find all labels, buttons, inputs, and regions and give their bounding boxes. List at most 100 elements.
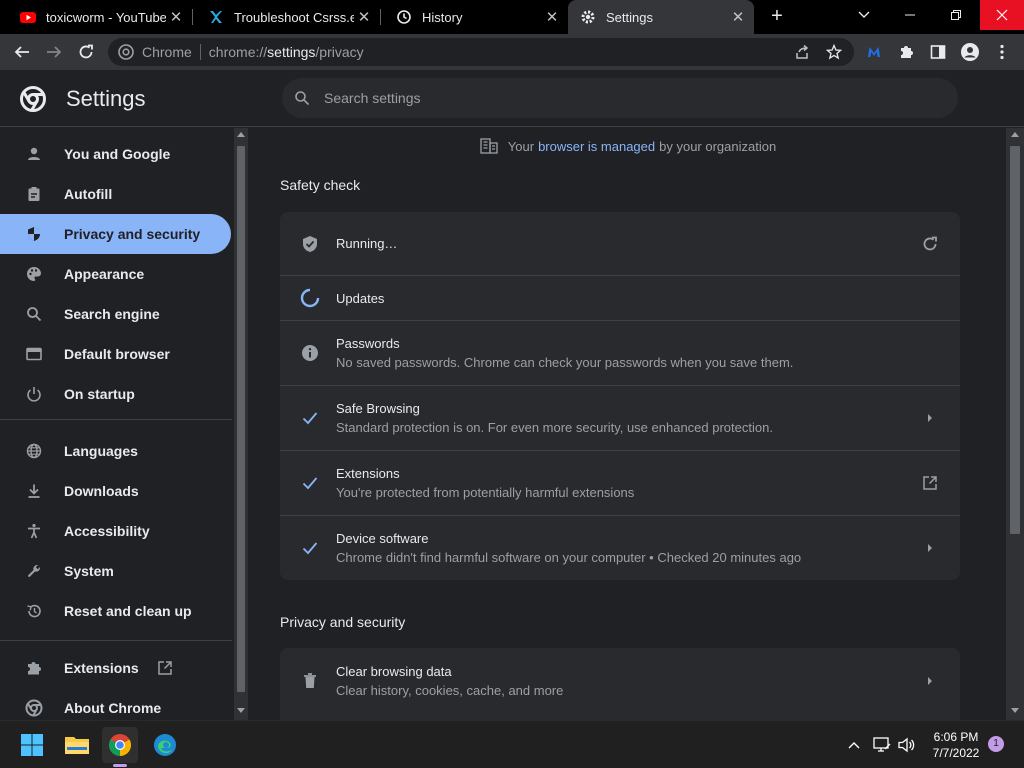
tab-youtube[interactable]: toxicworm - YouTube ✕ xyxy=(8,0,192,34)
privacy-row-clear-browsing-data[interactable]: Clear browsing data Clear history, cookie… xyxy=(280,648,960,713)
side-panel-button[interactable] xyxy=(926,40,950,64)
bookmark-star-button[interactable] xyxy=(822,40,846,64)
close-tab-icon[interactable]: ✕ xyxy=(166,8,186,26)
file-explorer-button[interactable] xyxy=(59,727,95,763)
open-external-icon[interactable] xyxy=(920,473,940,493)
scroll-down-arrow-icon[interactable] xyxy=(237,708,245,714)
tab-settings[interactable]: Settings ✕ xyxy=(568,0,754,34)
sidebar-item-appearance[interactable]: Appearance xyxy=(0,254,231,294)
browser-managed-link[interactable]: browser is managed xyxy=(538,139,655,154)
clock[interactable]: 6:06 PM 7/7/2022 xyxy=(924,729,988,761)
reload-button[interactable] xyxy=(74,40,98,64)
puzzle-icon xyxy=(901,46,913,58)
sidebar-item-label: You and Google xyxy=(64,146,171,162)
wrench-icon xyxy=(24,561,44,581)
sidebar-item-label: Reset and clean up xyxy=(64,603,192,619)
start-button[interactable] xyxy=(14,727,50,763)
close-tab-icon[interactable]: ✕ xyxy=(542,8,562,26)
reset-icon xyxy=(24,601,44,621)
tab-troubleshoot[interactable]: Troubleshoot Csrss.exe ✕ xyxy=(196,0,380,34)
sidebar-item-about-chrome[interactable]: About Chrome xyxy=(0,688,231,720)
chevron-right-icon[interactable] xyxy=(920,538,940,558)
tab-strip: toxicworm - YouTube ✕ Troubleshoot Csrss… xyxy=(0,0,1024,34)
menu-button[interactable] xyxy=(990,40,1014,64)
profile-button[interactable] xyxy=(958,40,982,64)
close-tab-icon[interactable]: ✕ xyxy=(728,8,748,26)
sidebar-item-privacy-and-security[interactable]: Privacy and security xyxy=(0,214,231,254)
restore-icon xyxy=(951,10,961,20)
search-icon xyxy=(294,90,310,106)
safety-check-row-extensions[interactable]: Extensions You're protected from potentia… xyxy=(280,451,960,516)
sidebar-item-languages[interactable]: Languages xyxy=(0,431,231,471)
chrome-taskbar-button[interactable] xyxy=(102,727,138,763)
power-icon xyxy=(24,384,44,404)
managed-notice: Your browser is managed by your organiza… xyxy=(250,138,1006,154)
sidebar-item-default-browser[interactable]: Default browser xyxy=(0,334,231,374)
search-input[interactable] xyxy=(324,90,884,106)
speaker-icon xyxy=(898,737,915,753)
extensions-button[interactable] xyxy=(894,40,918,64)
back-button[interactable] xyxy=(10,40,34,64)
url-path: /privacy xyxy=(315,44,364,60)
sidebar-item-label: Languages xyxy=(64,443,138,459)
sidebar-item-search-engine[interactable]: Search engine xyxy=(0,294,231,334)
minimize-button[interactable] xyxy=(888,0,932,30)
address-bar[interactable]: Chrome chrome://settings/privacy xyxy=(108,38,854,66)
restore-button[interactable] xyxy=(934,0,978,30)
sidebar-item-reset-and-clean-up[interactable]: Reset and clean up xyxy=(0,591,231,631)
puzzle-icon xyxy=(24,658,44,678)
managed-suffix: by your organization xyxy=(659,138,777,154)
sidebar-item-you-and-google[interactable]: You and Google xyxy=(0,134,231,174)
network-button[interactable] xyxy=(872,735,892,755)
shield-icon xyxy=(24,224,44,244)
notification-badge[interactable]: 1 xyxy=(988,736,1004,752)
extension-malwarebytes-button[interactable] xyxy=(862,40,886,64)
sidebar-item-autofill[interactable]: Autofill xyxy=(0,174,231,214)
new-tab-button[interactable]: + xyxy=(766,5,788,27)
globe-icon xyxy=(24,441,44,461)
main-scrollbar-thumb[interactable] xyxy=(1010,146,1020,534)
scroll-up-arrow-icon[interactable] xyxy=(1011,131,1019,137)
row-title: Safe Browsing xyxy=(336,401,420,416)
edge-taskbar-button[interactable] xyxy=(147,727,183,763)
sidebar-item-downloads[interactable]: Downloads xyxy=(0,471,231,511)
tab-title: Settings xyxy=(606,9,653,25)
chevron-right-icon[interactable] xyxy=(920,671,940,691)
omnibox-scheme-label: Chrome xyxy=(142,44,192,60)
tab-search-button[interactable] xyxy=(842,0,886,30)
scroll-down-arrow-icon[interactable] xyxy=(1011,708,1019,714)
sidebar-scrollbar-thumb[interactable] xyxy=(237,146,245,692)
reload-icon[interactable] xyxy=(920,234,940,254)
share-button[interactable] xyxy=(790,40,814,64)
sidebar-item-extensions[interactable]: Extensions xyxy=(0,648,231,688)
sidebar-item-accessibility[interactable]: Accessibility xyxy=(0,511,231,551)
site-x-icon xyxy=(208,9,224,25)
safety-check-row-updates: Updates xyxy=(280,276,960,321)
person-icon xyxy=(24,144,44,164)
check-icon xyxy=(300,408,320,428)
side-panel-icon xyxy=(930,45,946,59)
sidebar-item-system[interactable]: System xyxy=(0,551,231,591)
window-close-button[interactable] xyxy=(980,0,1024,30)
taskbar: 6:06 PM 7/7/2022 1 xyxy=(0,720,1024,768)
arrow-right-icon xyxy=(47,46,62,58)
tab-history[interactable]: History ✕ xyxy=(384,0,568,34)
chevron-right-icon[interactable] xyxy=(920,408,940,428)
volume-button[interactable] xyxy=(897,735,917,755)
safety-check-row-device-software[interactable]: Device software Chrome didn't find harmfu… xyxy=(280,516,960,580)
forward-button[interactable] xyxy=(42,40,66,64)
sidebar-item-label: Appearance xyxy=(64,266,145,282)
open-external-icon xyxy=(157,660,173,676)
sidebar-item-on-startup[interactable]: On startup xyxy=(0,374,231,414)
safety-check-card: Running… Updates Passwords No saved passw… xyxy=(280,212,960,580)
sidebar-divider xyxy=(0,640,232,641)
edge-icon xyxy=(154,734,176,756)
show-hidden-icons-button[interactable] xyxy=(844,735,864,755)
search-settings-box[interactable] xyxy=(282,78,958,118)
safety-check-row-safe-browsing[interactable]: Safe Browsing Standard protection is on. … xyxy=(280,386,960,451)
close-tab-icon[interactable]: ✕ xyxy=(354,8,374,26)
info-icon xyxy=(300,343,320,363)
scroll-up-arrow-icon[interactable] xyxy=(237,131,245,137)
safety-check-title: Safety check xyxy=(280,177,361,193)
sidebar-item-label: About Chrome xyxy=(64,700,162,716)
